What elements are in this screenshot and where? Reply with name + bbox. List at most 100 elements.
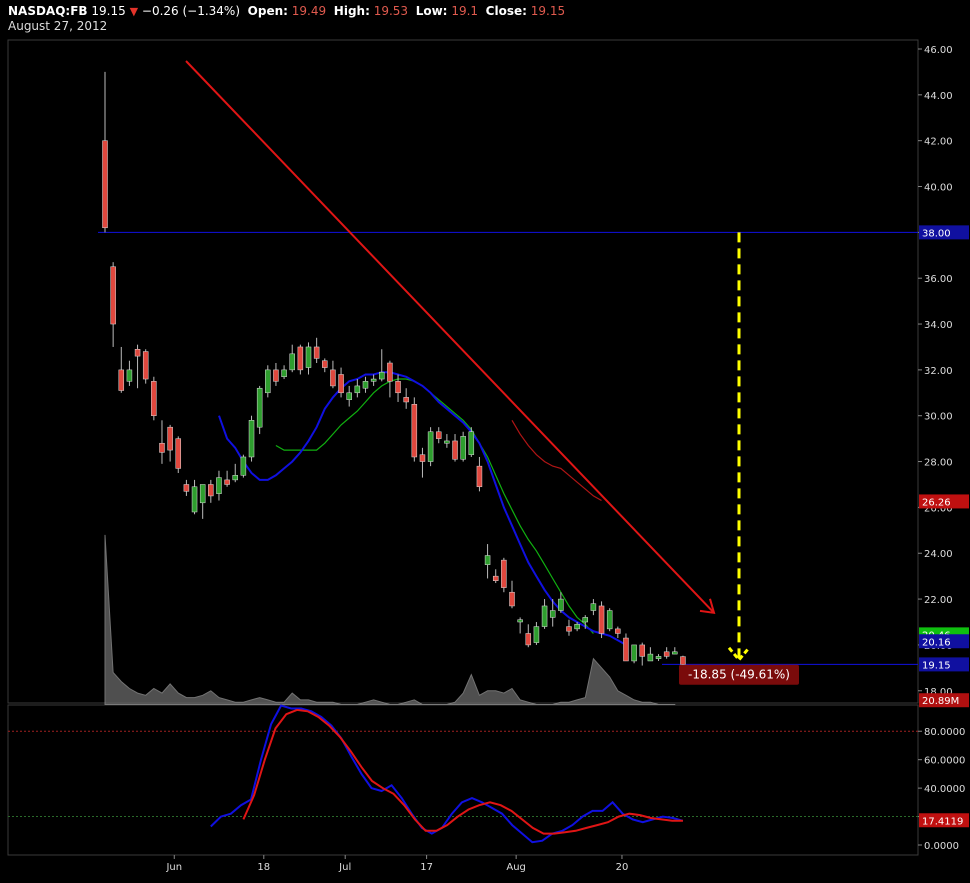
y-tick-label: 46.00	[924, 45, 953, 56]
candle-body	[338, 374, 344, 394]
candle-body	[598, 605, 605, 634]
red-ma-tag-label: 26.26	[922, 497, 951, 508]
candle-body	[191, 486, 198, 513]
x-tick-label: 20	[616, 862, 629, 873]
candle-body	[256, 387, 263, 428]
candle-body	[273, 369, 279, 382]
candle-body	[313, 346, 320, 359]
candle-body	[435, 431, 442, 439]
candle-body	[216, 477, 222, 494]
candle-body	[362, 381, 369, 389]
candle-body	[484, 555, 491, 565]
candle-body	[444, 440, 450, 444]
candle-body	[411, 404, 418, 458]
y-tick-label: 44.00	[924, 91, 953, 102]
osc-y-tick-label: 0.0000	[924, 841, 959, 852]
candle-body	[159, 442, 165, 453]
candle-body	[525, 633, 532, 646]
candle-body	[647, 653, 654, 662]
candle-body	[142, 351, 149, 380]
oscillator-tag-label: 17.4119	[922, 816, 963, 827]
candle-body	[460, 436, 466, 460]
candle-body	[623, 637, 629, 662]
candle-body	[590, 603, 597, 611]
candle-body	[615, 628, 621, 634]
candle-body	[240, 456, 247, 476]
candle-body	[680, 656, 686, 665]
candle-body	[175, 438, 182, 469]
y-tick-label: 32.00	[924, 366, 953, 377]
candle-body	[549, 610, 556, 618]
candle-body	[476, 465, 483, 488]
candle-body	[492, 575, 499, 581]
candle-body	[468, 431, 475, 455]
candle-body	[370, 378, 377, 382]
change-box-text: -18.85 (-49.61%)	[688, 668, 790, 682]
candle-body	[330, 369, 336, 387]
candle-body	[102, 140, 108, 229]
y-tick-label: 36.00	[924, 274, 953, 285]
candle-body	[248, 420, 255, 458]
candle-body	[395, 381, 401, 394]
candle-body	[379, 371, 385, 380]
y-tick-label: 30.00	[924, 412, 953, 423]
candle-body	[232, 475, 238, 481]
osc-y-tick-label: 60.0000	[924, 756, 965, 767]
candle-body	[403, 397, 409, 403]
candle-body	[387, 362, 393, 382]
candle-body	[631, 644, 637, 662]
candle-body	[297, 346, 304, 371]
candle-body	[606, 610, 613, 630]
osc-y-tick-label: 80.0000	[924, 727, 965, 738]
x-tick-label: Aug	[506, 862, 526, 873]
candle-body	[509, 591, 515, 607]
y-tick-label: 22.00	[924, 595, 953, 606]
candle-body	[639, 644, 645, 657]
candle-body	[183, 484, 190, 492]
x-tick-label: Jul	[338, 862, 351, 873]
candle-body	[427, 431, 434, 462]
candle-body	[151, 381, 157, 416]
y-tick-label: 42.00	[924, 137, 953, 148]
y-tick-label: 40.00	[924, 183, 953, 194]
candle-body	[419, 454, 426, 462]
blue-ma-tag-label: 20.16	[922, 637, 951, 648]
candle-body	[566, 626, 572, 632]
chart-canvas[interactable]: 46.00 44.00 42.00 40.00 38.00 36.00 34.00 32.00…	[0, 0, 970, 883]
y-tick-label: 28.00	[924, 458, 953, 469]
candle-body	[452, 440, 458, 460]
candle-body	[305, 346, 312, 368]
candle-body	[110, 266, 116, 325]
candle-body	[289, 353, 295, 371]
candle-body	[663, 651, 670, 657]
candle-body	[224, 479, 230, 485]
x-tick-label: 18	[257, 862, 270, 873]
candle-body	[558, 598, 564, 611]
candle-body	[574, 624, 580, 630]
candle-body	[672, 651, 678, 655]
candle-body	[167, 426, 173, 451]
candle-body	[541, 605, 548, 627]
candle-body	[533, 626, 540, 643]
candle-body	[501, 559, 507, 588]
last-price-tag-label: 19.15	[922, 660, 951, 671]
y-tick-label: 34.00	[924, 320, 953, 331]
candle-body	[134, 349, 141, 357]
x-tick-label: Jun	[165, 862, 182, 873]
candle-body	[322, 360, 328, 368]
candle-body	[281, 369, 287, 378]
candle-body	[346, 392, 352, 400]
candle-body	[126, 369, 133, 382]
osc-y-tick-label: 40.0000	[924, 784, 965, 795]
candle-body	[199, 484, 206, 504]
oscillator-pane	[7, 704, 919, 856]
candle-body	[354, 385, 361, 394]
candle-body	[582, 617, 589, 623]
candle-body	[208, 484, 214, 497]
volume-tag-label: 20.89M	[922, 696, 959, 707]
y-tick-label: 24.00	[924, 549, 953, 560]
candle-body	[655, 656, 662, 659]
candle-body	[118, 369, 125, 391]
x-tick-label: 17	[420, 862, 433, 873]
candle-body	[517, 619, 523, 623]
